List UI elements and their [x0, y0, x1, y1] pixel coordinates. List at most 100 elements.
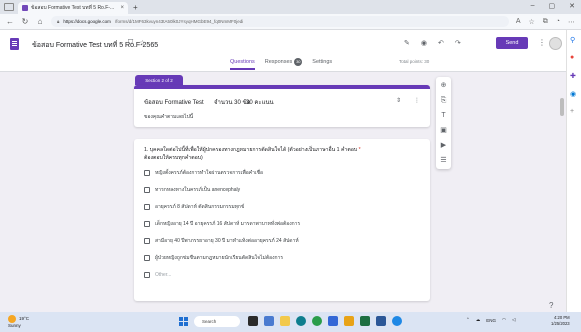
temperature: 19°C: [19, 316, 30, 322]
list-item[interactable]: ผู้ป่วยหญิงถูกข่มขืนตามกฎหมายนักเรียนตัด…: [144, 254, 283, 262]
close-window-button[interactable]: ✕: [569, 2, 575, 10]
tab-responses[interactable]: Responses 30: [265, 58, 303, 66]
language-indicator[interactable]: ENG: [486, 318, 496, 323]
outlook-side-icon[interactable]: ◉: [570, 90, 576, 98]
word-icon[interactable]: [376, 316, 386, 326]
move-to-folder-icon[interactable]: ⛉: [128, 39, 133, 47]
option-label: ทารกหลงทางในครรภ์เป็น anencephaly: [155, 187, 241, 193]
side-panel: ⚲ ● ✚ ◉ +: [566, 30, 581, 312]
star-icon[interactable]: ☆: [139, 39, 145, 47]
search-side-icon[interactable]: ⚲: [570, 36, 575, 44]
maximize-button[interactable]: ▢: [549, 2, 556, 10]
send-button[interactable]: Send: [496, 37, 528, 49]
list-item[interactable]: หญิงตั้งครรภ์ต้องการทำใจผ่านตรวจการเพื่อ…: [144, 169, 263, 177]
back-icon[interactable]: ←: [6, 17, 14, 26]
checkbox[interactable]: [144, 255, 150, 261]
cloud-icon[interactable]: ☁: [476, 317, 481, 323]
weather-widget[interactable]: 19°C Sunny: [8, 315, 29, 329]
tab-actions-icon[interactable]: [4, 3, 14, 11]
files-icon[interactable]: [344, 316, 354, 326]
checkbox[interactable]: [144, 238, 150, 244]
time: 4:20 PM: [554, 315, 570, 320]
windows-start-icon[interactable]: [179, 317, 188, 326]
import-questions-icon[interactable]: ⎘: [439, 96, 448, 105]
section-description[interactable]: ของคุณคำตามเลยไปนี้: [144, 113, 193, 121]
section-header-card[interactable]: ข้อสอบ Formative Test จำนวน 30 ข้อ 30 คะ…: [134, 85, 430, 127]
store-icon[interactable]: [328, 316, 338, 326]
system-tray: ⌃ ☁ ENG ◠ ◁: [466, 317, 515, 323]
minimize-button[interactable]: –: [531, 2, 535, 10]
checkbox[interactable]: [144, 221, 150, 227]
add-video-icon[interactable]: ▶: [439, 141, 448, 150]
other-option[interactable]: Other...: [144, 272, 171, 278]
shopping-side-icon[interactable]: ●: [570, 54, 574, 61]
list-item[interactable]: สามีอายุ 40 ปีพาภรรยาอายุ 30 ปี มาทำแท้ง…: [144, 237, 299, 245]
taskbar-search[interactable]: Search: [194, 316, 240, 327]
new-tab-button[interactable]: +: [133, 3, 138, 12]
taskbar-search-label: Search: [202, 319, 217, 324]
checkbox[interactable]: [144, 187, 150, 193]
pinned-apps: [248, 316, 402, 326]
question-card[interactable]: 1. บุคคลใดต่อไปนี้ที่เพื่อให้ผู้ปกครองทา…: [134, 139, 430, 301]
preview-icon[interactable]: ◉: [421, 39, 427, 47]
option-label: ผู้ป่วยหญิงถูกข่มขืนตามกฎหมายนักเรียนตัด…: [155, 255, 284, 261]
form-tabs: Questions Responses 30 Settings: [230, 58, 332, 70]
checkbox[interactable]: [144, 170, 150, 176]
section-title-left[interactable]: ข้อสอบ Formative Test: [144, 97, 204, 107]
scrollbar[interactable]: [560, 98, 564, 116]
undo-icon[interactable]: ↶: [438, 39, 444, 47]
tab-questions[interactable]: Questions: [230, 59, 255, 70]
title-actions: ⛉ ☆: [128, 39, 146, 47]
weather-text: Sunny: [8, 323, 21, 328]
home-icon[interactable]: ⌂: [36, 17, 44, 26]
edge-icon[interactable]: [296, 316, 306, 326]
add-section-icon[interactable]: ☰: [439, 156, 448, 165]
avatar[interactable]: [549, 37, 562, 50]
browser-tab[interactable]: ข้อสอบ Formative Test บทที่ 5 Ro.F-... ×: [18, 2, 128, 14]
favorite-icon[interactable]: ☆: [528, 18, 534, 26]
more-options-icon[interactable]: ⋮: [538, 38, 546, 47]
section-tag: Section 2 of 2: [135, 75, 183, 85]
file-explorer-icon[interactable]: [280, 316, 290, 326]
checkbox[interactable]: [144, 204, 150, 210]
redo-icon[interactable]: ↷: [455, 39, 461, 47]
add-question-icon[interactable]: ⊕: [439, 81, 448, 90]
volume-icon[interactable]: ◁: [512, 317, 515, 323]
customize-theme-icon[interactable]: ✎: [404, 39, 410, 47]
section-title-right[interactable]: 30 คะแนน: [246, 97, 274, 107]
profile-icon[interactable]: ◔: [556, 18, 560, 26]
forms-logo-icon[interactable]: [10, 38, 19, 50]
browser-menu-icon[interactable]: ⋯: [568, 18, 575, 26]
list-item[interactable]: อายุครรภ์ 8 สัปดาห์ ตัดสินกรรมกรรมทุกข์: [144, 203, 244, 211]
list-item[interactable]: ทารกหลงทางในครรภ์เป็น anencephaly: [144, 186, 240, 194]
read-aloud-icon[interactable]: A: [516, 18, 521, 26]
address-bar: ← ↻ ⌂ 🔒︎ https://docs.google.com/forms/d…: [0, 14, 581, 30]
refresh-icon[interactable]: ↻: [21, 17, 29, 26]
section-menu-icon[interactable]: ⋮: [414, 97, 420, 104]
add-side-icon[interactable]: +: [570, 108, 574, 115]
task-view-icon[interactable]: [248, 316, 258, 326]
collections-icon[interactable]: ⧉: [543, 18, 548, 26]
window-controls: – ▢ ✕: [531, 2, 575, 10]
excel-icon[interactable]: [360, 316, 370, 326]
clock[interactable]: 4:20 PM 1/25/2023: [551, 315, 570, 327]
collapse-icon[interactable]: ⇕: [396, 97, 401, 104]
help-icon[interactable]: ?: [549, 301, 553, 310]
section-title-mid[interactable]: จำนวน 30 ข้อ: [214, 97, 250, 107]
wifi-icon[interactable]: ◠: [502, 317, 506, 323]
add-image-icon[interactable]: ▣: [439, 126, 448, 135]
tab-settings[interactable]: Settings: [312, 59, 332, 65]
forms-favicon-icon: [22, 5, 28, 11]
taskbar: 19°C Sunny Search ⌃ ☁ ENG ◠ ◁ 4:20 PM 1/…: [0, 312, 581, 332]
add-title-icon[interactable]: T: [439, 111, 448, 120]
list-item[interactable]: เด็กหญิงอายุ 14 ปี อายุครรภ์ 16 สัปดาห์ …: [144, 220, 300, 228]
chrome-icon[interactable]: [312, 316, 322, 326]
checkbox[interactable]: [144, 272, 150, 278]
teams-icon[interactable]: [264, 316, 274, 326]
chevron-up-icon[interactable]: ⌃: [466, 317, 470, 323]
url-path: /forms/d/1MF63kvuyn43tA50lk0JYsyqHMGbE94…: [114, 19, 244, 24]
browser-app-icon[interactable]: [392, 316, 402, 326]
tools-side-icon[interactable]: ✚: [570, 72, 576, 80]
url-field[interactable]: 🔒︎ https://docs.google.com/forms/d/1MF63…: [51, 16, 509, 27]
tab-close-icon[interactable]: ×: [120, 5, 124, 11]
